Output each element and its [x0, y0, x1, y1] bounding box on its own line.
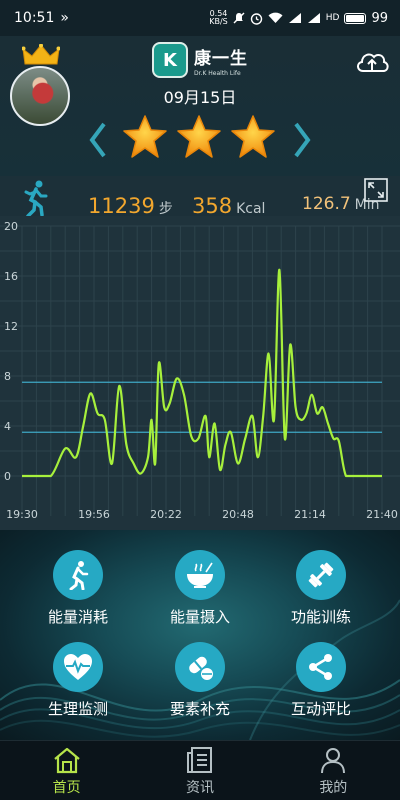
steps-stat: 11239 步: [88, 194, 173, 218]
heartbeat-icon: [64, 654, 92, 680]
tab-news[interactable]: 资讯: [133, 741, 266, 800]
y-tick-label: 16: [4, 270, 18, 283]
tab-home-label: 首页: [52, 779, 81, 796]
supplement-button[interactable]: 要素补充: [145, 642, 255, 719]
func-circle: [296, 642, 346, 692]
rating-stars: [122, 114, 276, 160]
y-tick-label: 20: [4, 220, 18, 233]
y-tick-label: 8: [4, 370, 11, 383]
func-circle: [175, 550, 225, 600]
energy-consumption-button[interactable]: 能量消耗: [23, 550, 133, 627]
x-tick-label: 20:48: [222, 508, 254, 521]
tab-home[interactable]: 首页: [0, 741, 133, 800]
battery-level: 99: [371, 10, 388, 26]
chart-background: [0, 216, 400, 530]
y-tick-label: 0: [4, 470, 11, 483]
calories-value: 358: [192, 194, 233, 218]
pills-icon: [189, 656, 213, 680]
x-tick-label: 21:14: [294, 508, 326, 521]
tab-mine-label: 我的: [319, 779, 348, 796]
func-circle: [175, 642, 225, 692]
brand-name: 康一生: [194, 48, 248, 69]
x-tick-label: 19:30: [6, 508, 38, 521]
running-icon: [24, 180, 48, 218]
calories-unit: Kcal: [236, 201, 266, 217]
energy-intake-button[interactable]: 能量摄入: [145, 550, 255, 627]
tab-mine[interactable]: 我的: [267, 741, 400, 800]
functional-training-button[interactable]: 功能训练: [266, 550, 376, 627]
function-grid: 能量消耗 能量摄入 功能训练 生理监测 要素补充 互动评比: [0, 530, 400, 740]
func-label: 能量摄入: [169, 608, 230, 626]
date-label: 09月15日: [163, 88, 237, 107]
network-speed-unit: KB/S: [209, 17, 228, 26]
func-circle: [53, 550, 103, 600]
y-tick-label: 12: [4, 320, 18, 333]
brand-subtitle: Dr.K Health Life: [194, 69, 241, 77]
dumbbell-icon: [308, 562, 334, 588]
func-label: 要素补充: [169, 700, 230, 718]
steps-unit: 步: [158, 201, 173, 217]
physiological-monitoring-button[interactable]: 生理监测: [23, 642, 133, 719]
y-tick-label: 4: [4, 420, 11, 433]
header: K 康一生 Dr.K Health Life 09月15日: [0, 36, 400, 176]
steps-value: 11239: [88, 194, 155, 218]
share-icon: [309, 654, 332, 680]
food-bowl-icon: [187, 562, 213, 588]
star-icon: [123, 115, 167, 158]
signal-icon: [288, 13, 301, 23]
func-label: 生理监测: [47, 700, 108, 718]
func-label: 能量消耗: [47, 608, 108, 626]
signal-icon-2: [307, 13, 320, 23]
x-tick-label: 20:22: [150, 508, 182, 521]
func-label: 功能训练: [290, 608, 351, 626]
activity-chart-panel: 11239 步 358 Kcal 126.7 Min 20 16 12 8 4 0 19:3…: [0, 176, 400, 530]
crown-icon: [22, 44, 60, 65]
star-icon: [231, 115, 275, 158]
activity-line-chart: 20 16 12 8 4 0 19:30 19:56 20:22 20:48 21:14 21:40: [0, 216, 400, 530]
home-icon: [53, 747, 80, 773]
chevron-right-icon[interactable]: [290, 120, 314, 160]
wifi-icon: [268, 12, 283, 23]
logo-icon: K: [152, 42, 188, 78]
network-speed: 0.54 KB/S: [209, 10, 228, 26]
user-icon: [321, 747, 346, 773]
fullscreen-icon[interactable]: [364, 178, 388, 202]
func-label: 互动评比: [290, 700, 351, 718]
chevron-right-icon: »: [60, 10, 69, 26]
x-tick-label: 19:56: [78, 508, 110, 521]
func-circle: [53, 642, 103, 692]
chevron-left-icon[interactable]: [86, 120, 110, 160]
status-bar: 10:51 » 0.54 KB/S HD 99: [0, 0, 400, 36]
mute-icon: [233, 12, 245, 24]
hd-icon: HD: [325, 13, 340, 23]
news-icon: [186, 746, 212, 773]
running-icon: [69, 561, 89, 590]
tab-news-label: 资讯: [185, 779, 214, 796]
clock: 10:51: [14, 10, 55, 26]
cloud-upload-icon[interactable]: [354, 46, 390, 76]
interactive-ranking-button[interactable]: 互动评比: [266, 642, 376, 719]
brand-logo: K 康一生 Dr.K Health Life: [152, 42, 248, 78]
bottom-nav: 首页 资讯 我的: [0, 740, 400, 800]
battery-icon: [344, 12, 367, 24]
func-circle: [296, 550, 346, 600]
calories-stat: 358 Kcal: [192, 194, 265, 218]
x-tick-label: 21:40: [366, 508, 398, 521]
star-icon: [177, 115, 221, 158]
alarm-icon: [250, 12, 262, 25]
duration-value: 126.7: [302, 194, 351, 214]
